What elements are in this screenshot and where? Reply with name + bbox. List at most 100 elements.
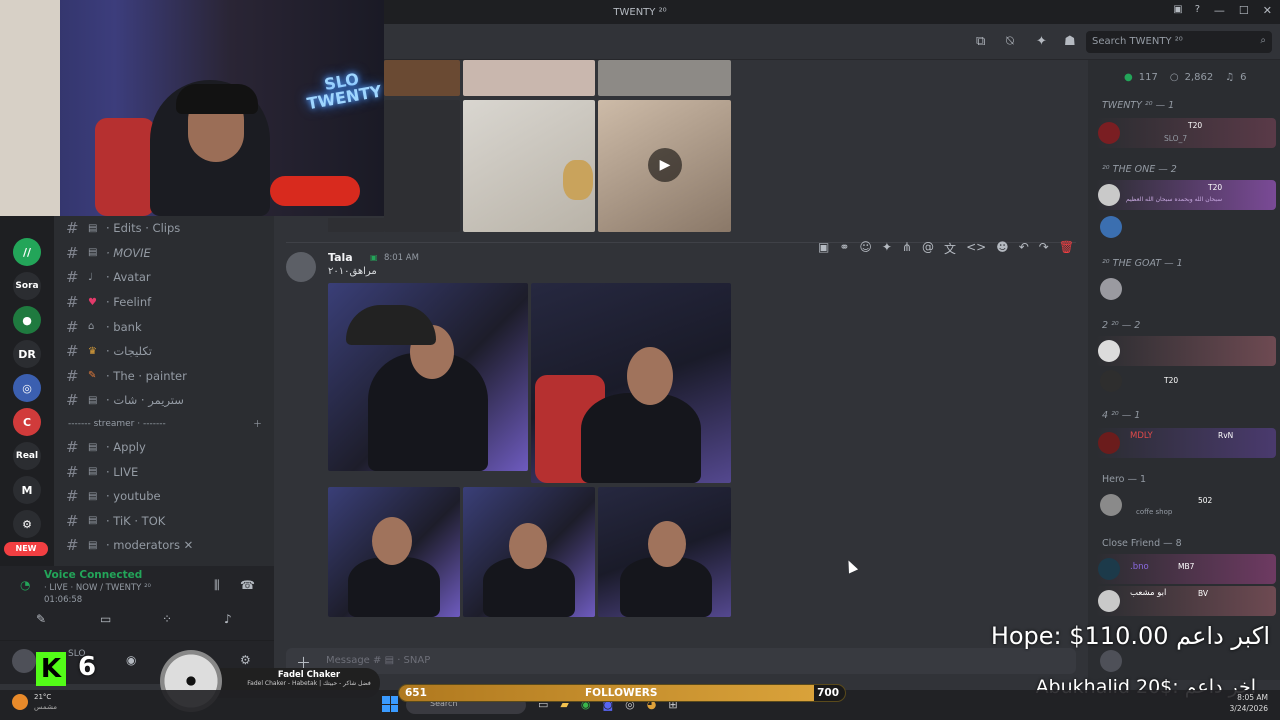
channel-item[interactable]: # ✎ · The · painter (54, 364, 274, 389)
member-row[interactable]: T20 سبحان الله وبحمده سبحان الله العظيم (1096, 180, 1276, 210)
channel-item[interactable]: # ⌂ · bank (54, 314, 274, 339)
delete-icon[interactable]: 🗑 (1059, 240, 1074, 260)
camera-icon[interactable]: ✎ (36, 612, 46, 626)
channel-item[interactable]: # ▤ · moderators ✕ (54, 533, 274, 558)
member-row[interactable]: MDLY RvN (1096, 428, 1276, 458)
server-icon[interactable]: DR (13, 340, 41, 368)
channel-item[interactable]: # ▤ · LIVE (54, 459, 274, 484)
maximize-icon[interactable]: ☐ (1239, 4, 1249, 17)
channel-item[interactable]: # ▤ · Apply (54, 435, 274, 460)
message-author[interactable]: Tala (328, 251, 353, 264)
member-row[interactable]: .bno MB7 (1096, 554, 1276, 584)
forward-icon[interactable]: ↷ (1039, 240, 1049, 260)
channel-item[interactable]: # ♥ · Feelinf (54, 290, 274, 315)
pin-icon[interactable]: ✦ (882, 240, 892, 260)
avatar[interactable] (1100, 370, 1122, 392)
thread-icon[interactable]: ⋔ (902, 240, 912, 260)
code-icon[interactable]: <> (966, 240, 986, 260)
play-icon[interactable]: ▶ (648, 148, 682, 182)
media-tile[interactable] (384, 60, 460, 96)
role-icon: ▣ (370, 253, 378, 262)
server-icon[interactable]: Real (13, 442, 41, 470)
search-input[interactable]: Search TWENTY ²⁰ ⌕ (1086, 31, 1272, 53)
channel-item[interactable]: # ▤ · MOVIE (54, 241, 274, 266)
avatar (1098, 590, 1120, 612)
avatar[interactable] (1100, 278, 1122, 300)
react-icon[interactable]: ☺ (859, 240, 872, 260)
channel-item[interactable]: # ▤ · youtube (54, 484, 274, 509)
message-actions: ▣ ⚭ ☺ ✦ ⋔ @ 文 <> ☻ ↶ ↷ 🗑 (818, 240, 1074, 260)
avatar[interactable] (1100, 216, 1122, 238)
media-tile[interactable] (384, 100, 460, 232)
mention-icon[interactable]: @ (922, 240, 934, 260)
gamepad-icon[interactable]: ◉ (126, 653, 136, 667)
media-tile[interactable] (463, 100, 595, 232)
start-icon[interactable] (382, 696, 398, 712)
mute-icon[interactable]: ⍉ (1006, 34, 1014, 49)
member-row[interactable]: T20 SLO_7 (1096, 118, 1276, 148)
video-tile[interactable]: ▶ (598, 100, 731, 232)
threads-icon[interactable]: ⧉ (976, 34, 985, 49)
noise-icon[interactable]: ⫼ (214, 578, 220, 593)
channel-item[interactable]: # ▤ · Edits · Clips (54, 216, 274, 241)
media-tile[interactable] (463, 60, 595, 96)
media-tile[interactable] (328, 283, 528, 471)
member-row[interactable]: ابو مشعب BV (1096, 586, 1276, 616)
media-tile[interactable] (598, 60, 731, 96)
media-tile[interactable] (328, 487, 460, 617)
avatar (1098, 558, 1120, 580)
soundboard-icon[interactable]: ♪ (224, 612, 232, 626)
avatar (1098, 432, 1120, 454)
clock[interactable]: 8:05 AM 3/24/2026 (1230, 692, 1268, 714)
reply-icon[interactable]: ↶ (1019, 240, 1029, 260)
music-track: Fadel Chaker - Habetak | فضل شاكر - حبيت… (247, 680, 371, 687)
badge: MB7 (1178, 562, 1195, 571)
member-name: MDLY (1130, 431, 1153, 441)
help-icon[interactable]: ? (1195, 4, 1200, 15)
translate-icon[interactable]: 文 (944, 240, 956, 260)
category-header[interactable]: ------- streamer · ------- ＋ (54, 413, 274, 435)
emoji-icon[interactable]: ☻ (996, 240, 1009, 260)
server-icon[interactable]: ⚙ (13, 510, 41, 538)
voice-icon: ♫ (1225, 72, 1235, 83)
new-badge: NEW (4, 542, 48, 556)
weather-temp[interactable]: 21°C (34, 693, 51, 701)
channel-item[interactable]: # ▤ · TiK · TOK (54, 509, 274, 534)
message-time: 8:01 AM (384, 253, 419, 263)
members-icon[interactable]: ☗ (1064, 34, 1076, 49)
channel-item[interactable]: # ♩ · Avatar (54, 265, 274, 290)
media-tile[interactable] (531, 283, 731, 483)
activity-icon[interactable]: ⁘ (162, 612, 172, 626)
add-channel-icon[interactable]: ＋ (253, 417, 262, 430)
minimize-icon[interactable]: — (1214, 4, 1225, 17)
badge: T20 (1208, 183, 1223, 192)
message-input[interactable]: ＋ Message # ▤ · SNAP (286, 648, 1076, 674)
voice-channel[interactable]: · LIVE · NOW / TWENTY ²⁰ (44, 583, 151, 593)
member-row[interactable] (1096, 336, 1276, 366)
disconnect-icon[interactable]: ☎ (240, 578, 255, 592)
inbox-icon[interactable]: ▣ (1173, 4, 1182, 15)
member-name: .bno (1130, 562, 1149, 572)
server-icon[interactable]: ◎ (13, 374, 41, 402)
avatar[interactable] (1100, 494, 1122, 516)
channel-item[interactable]: # ▤ · ستريمر · شات (54, 388, 274, 413)
app-icon[interactable]: ▣ (818, 240, 829, 260)
avatar[interactable] (286, 252, 316, 282)
pin-icon[interactable]: ✦ (1036, 34, 1047, 49)
server-icon[interactable]: ● (13, 306, 41, 334)
server-icon[interactable]: C (13, 408, 41, 436)
channel-item[interactable]: # ♛ · تكليجات (54, 339, 274, 364)
server-icon[interactable]: M (13, 476, 41, 504)
media-tile[interactable] (463, 487, 595, 617)
media-tile[interactable] (598, 487, 731, 617)
screen-share-icon[interactable]: ▭ (100, 612, 111, 626)
media-tile[interactable] (328, 218, 384, 232)
neon-sign: SLO TWENTY (305, 69, 384, 114)
group-header: ²⁰ THE GOAT — 1 (1102, 258, 1183, 269)
avatar[interactable] (12, 649, 36, 673)
server-icon[interactable]: // (13, 238, 41, 266)
server-icon[interactable]: Sora (13, 272, 41, 300)
link-icon[interactable]: ⚭ (839, 240, 849, 260)
member-name: SLO_7 (1164, 134, 1188, 143)
close-icon[interactable]: ✕ (1263, 4, 1272, 17)
